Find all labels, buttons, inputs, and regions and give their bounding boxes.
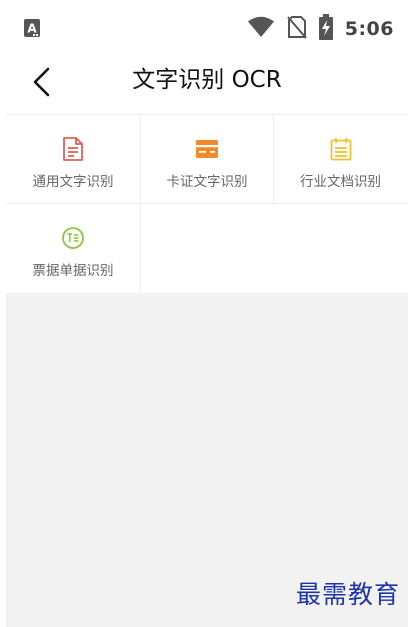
wifi-icon (247, 16, 275, 42)
ocr-menu-grid: 通用文字识别 卡证文字识别 行业文档识别 票据单据识别 (6, 114, 408, 294)
battery-charging-icon (318, 14, 333, 44)
status-time: 5:06 (344, 18, 394, 40)
calendar-list-icon (329, 137, 353, 161)
menu-item-label: 行业文档识别 (300, 174, 381, 190)
menu-item-industry-docs[interactable]: 行业文档识别 (273, 115, 408, 204)
menu-item-general-text[interactable]: 通用文字识别 (6, 115, 140, 204)
menu-item-label: 票据单据识别 (32, 263, 114, 279)
no-sim-icon (286, 15, 307, 43)
receipt-circle-icon (61, 226, 85, 250)
document-icon (61, 137, 85, 161)
menu-item-receipts[interactable]: 票据单据识别 (6, 204, 140, 293)
notification-a-icon: A (24, 19, 42, 39)
watermark-text: 最需教育 (295, 580, 400, 609)
menu-item-label: 通用文字识别 (32, 174, 114, 190)
app-header: 文字识别 OCR (6, 58, 408, 114)
status-bar: A 5:06 (6, 0, 408, 58)
page-title: 文字识别 OCR (132, 67, 282, 93)
status-icons: 5:06 (247, 14, 394, 44)
app-screen: A 5:06 文字识别 OCR 通用文字识别 卡证文字识别 行业文档识别 票据单… (6, 0, 408, 627)
menu-item-card-text[interactable]: 卡证文字识别 (140, 115, 274, 204)
menu-item-label: 卡证文字识别 (166, 174, 248, 190)
svg-text:A: A (27, 22, 37, 36)
card-icon (195, 137, 219, 161)
